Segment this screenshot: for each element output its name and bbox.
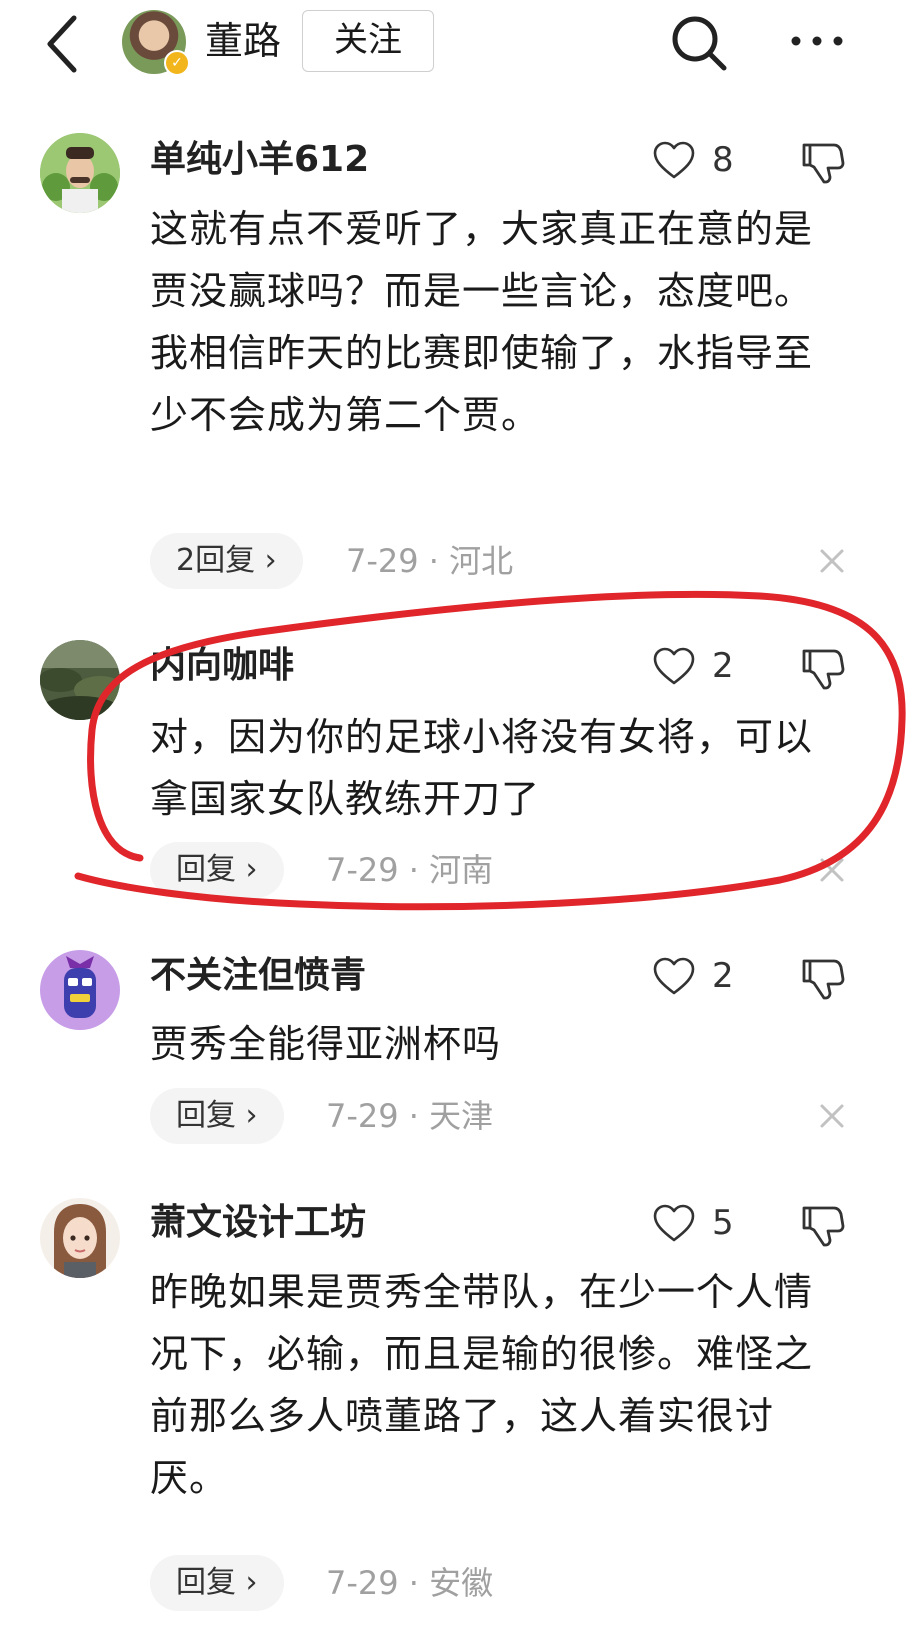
back-button[interactable] (36, 10, 92, 74)
like-count: 2 (712, 646, 734, 686)
user-avatar[interactable] (40, 133, 120, 213)
like-count: 5 (712, 1203, 734, 1243)
comment-meta: 7-29 · 天津 (326, 1097, 494, 1135)
comment-username[interactable]: 不关注但愤青 (150, 953, 366, 999)
close-icon (820, 1104, 844, 1128)
author-avatar[interactable]: ✓ (122, 10, 190, 76)
back-arrow-icon (47, 15, 77, 73)
thumbs-down-icon (802, 1206, 845, 1247)
user-avatar[interactable] (40, 640, 120, 720)
comment-username[interactable]: 萧文设计工坊 (150, 1200, 366, 1246)
dislike-button[interactable] (800, 139, 846, 185)
heart-icon (653, 957, 695, 995)
dismiss-button[interactable] (814, 852, 850, 888)
user-avatar[interactable] (40, 1198, 120, 1278)
reply-button[interactable]: 回复 › (150, 842, 284, 898)
comment-text: 对，因为你的足球小将没有女将，可以拿国家女队教练开刀了 (150, 715, 814, 821)
comment-username[interactable]: 单纯小羊612 (150, 137, 369, 183)
verified-badge-icon: ✓ (164, 50, 190, 76)
heart-icon (653, 647, 695, 685)
more-dots-icon (791, 36, 843, 46)
search-icon (672, 16, 727, 71)
comment-meta: 7-29 · 安徽 (326, 1564, 494, 1602)
comment-text: 昨晚如果是贾秀全带队，在少一个人情况下，必输，而且是输的很惨。难怪之前那么多人喷… (150, 1270, 814, 1500)
landscape-avatar-icon (40, 640, 120, 720)
close-icon (820, 858, 844, 882)
comment-username[interactable]: 内向咖啡 (150, 643, 294, 689)
search-button[interactable] (668, 12, 730, 74)
heart-icon (653, 1204, 695, 1242)
comment-meta: 7-29 · 河南 (326, 851, 494, 889)
like-button[interactable]: 2 (652, 643, 734, 689)
frog-avatar-icon (40, 133, 120, 213)
heart-icon (653, 141, 695, 179)
like-count: 8 (712, 140, 734, 180)
close-icon (820, 549, 844, 573)
dismiss-button[interactable] (814, 1098, 850, 1134)
thumbs-down-icon (802, 649, 845, 690)
cartoon-avatar-icon (40, 950, 120, 1030)
girl-avatar-icon (40, 1198, 120, 1278)
comment-text: 贾秀全能得亚洲杯吗 (150, 1022, 502, 1066)
author-name[interactable]: 董路 (205, 16, 281, 66)
dismiss-button[interactable] (814, 543, 850, 579)
like-button[interactable]: 8 (652, 137, 734, 183)
reply-button[interactable]: 回复 › (150, 1088, 284, 1144)
more-options-button[interactable] (786, 18, 848, 64)
top-bar: ✓ 董路 关注 (0, 0, 922, 90)
like-button[interactable]: 5 (652, 1200, 734, 1246)
reply-button[interactable]: 回复 › (150, 1555, 284, 1611)
comment-meta: 7-29 · 河北 (346, 542, 514, 580)
follow-button[interactable]: 关注 (302, 10, 434, 72)
thumbs-down-icon (802, 143, 845, 184)
thumbs-down-icon (802, 959, 845, 1000)
comment-text: 这就有点不爱听了，大家真正在意的是贾没赢球吗？而是一些言论，态度吧。我相信昨天的… (150, 207, 814, 437)
user-avatar[interactable] (40, 950, 120, 1030)
dislike-button[interactable] (800, 1202, 846, 1248)
like-count: 2 (712, 956, 734, 996)
like-button[interactable]: 2 (652, 953, 734, 999)
dislike-button[interactable] (800, 645, 846, 691)
dislike-button[interactable] (800, 955, 846, 1001)
reply-button[interactable]: 2回复 › (150, 533, 303, 589)
